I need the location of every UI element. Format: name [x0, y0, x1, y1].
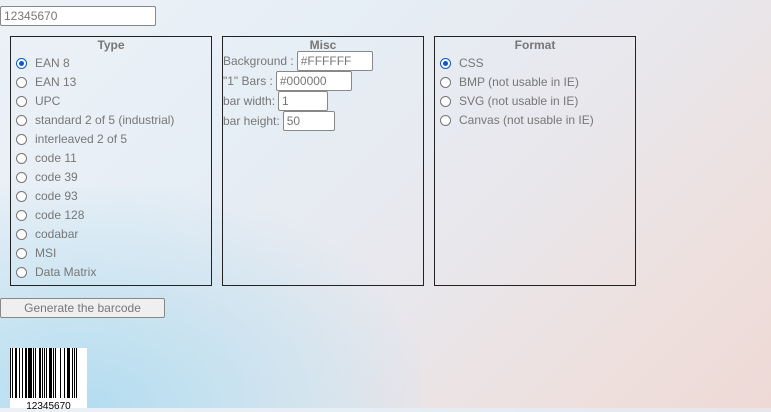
- radio-button[interactable]: [440, 57, 451, 69]
- option-label: code 11: [35, 151, 77, 165]
- barcode-bar: [72, 348, 73, 398]
- type-option-code128[interactable]: code 128: [16, 207, 84, 223]
- type-option-ean13[interactable]: EAN 13: [16, 74, 76, 90]
- radio-button[interactable]: [16, 190, 27, 202]
- barcode-bar: [46, 348, 47, 398]
- option-label: standard 2 of 5 (industrial): [35, 113, 175, 127]
- format-option-css[interactable]: CSS: [440, 55, 484, 71]
- barcode-bar: [69, 348, 70, 398]
- radio-button[interactable]: [16, 171, 27, 183]
- option-label: UPC: [35, 94, 61, 108]
- barcode-bar: [53, 348, 54, 398]
- barcode-bar: [12, 348, 13, 398]
- barcode-bar: [55, 348, 56, 398]
- barcode-bar: [31, 348, 32, 398]
- option-label: codabar: [35, 227, 79, 241]
- type-option-ean8[interactable]: EAN 8: [16, 55, 70, 71]
- bar-width-input[interactable]: [278, 91, 329, 111]
- barcode-bar: [51, 348, 52, 398]
- background-color-label: Background :: [223, 54, 294, 68]
- misc-panel-title: Misc: [309, 38, 337, 52]
- barcode-bar: [35, 348, 36, 398]
- radio-button[interactable]: [16, 95, 27, 107]
- type-option-code39[interactable]: code 39: [16, 169, 78, 185]
- radio-button[interactable]: [16, 228, 27, 240]
- generate-barcode-button[interactable]: Generate the barcode: [0, 298, 165, 318]
- option-label: code 93: [35, 189, 78, 203]
- option-label: Data Matrix: [35, 265, 97, 279]
- bar-height-row: bar height:: [223, 111, 335, 131]
- radio-button[interactable]: [16, 76, 27, 88]
- option-label: MSI: [35, 246, 57, 260]
- barcode-value-input[interactable]: [0, 6, 156, 26]
- barcode-bar: [42, 348, 43, 398]
- type-option-int25[interactable]: interleaved 2 of 5: [16, 131, 127, 147]
- bar-width-label: bar width:: [223, 94, 276, 108]
- type-option-msi[interactable]: MSI: [16, 245, 56, 261]
- bar-height-label: bar height:: [223, 114, 280, 128]
- radio-button[interactable]: [440, 95, 451, 107]
- option-label: EAN 8: [35, 56, 70, 70]
- type-option-upc[interactable]: UPC: [16, 93, 60, 109]
- barcode-output: 12345670: [10, 348, 87, 412]
- option-label: CSS: [459, 56, 484, 70]
- barcode-bar: [40, 348, 41, 398]
- barcode-bar: [64, 348, 65, 398]
- option-label: BMP (not usable in IE): [459, 75, 579, 89]
- radio-button[interactable]: [16, 266, 27, 278]
- bar-color-input[interactable]: [275, 71, 352, 91]
- format-option-svg[interactable]: SVG (not usable in IE): [440, 93, 578, 109]
- type-option-code93[interactable]: code 93: [16, 188, 78, 204]
- bar-color-row: "1" Bars :: [223, 71, 352, 91]
- type-option-codabar[interactable]: codabar: [16, 226, 78, 242]
- barcode-bar: [76, 348, 77, 398]
- option-label: interleaved 2 of 5: [35, 132, 128, 146]
- type-option-datamatrix[interactable]: Data Matrix: [16, 264, 96, 280]
- background-color-input[interactable]: [296, 51, 373, 71]
- background-color-row: Background :: [223, 51, 373, 71]
- option-label: EAN 13: [35, 75, 77, 89]
- barcode-bar: [16, 348, 17, 398]
- barcode-bar: [74, 348, 75, 398]
- radio-button[interactable]: [16, 209, 27, 221]
- option-label: code 128: [35, 208, 85, 222]
- format-option-bmp[interactable]: BMP (not usable in IE): [440, 74, 579, 90]
- option-label: code 39: [35, 170, 78, 184]
- radio-button[interactable]: [16, 133, 27, 145]
- radio-button[interactable]: [16, 247, 27, 259]
- barcode-bar: [33, 348, 34, 398]
- format-panel: Format CSS BMP (not usable in IE) SVG (n…: [434, 36, 636, 286]
- type-panel: Type EAN 8 EAN 13 UPC standard 2 of 5 (i…: [10, 36, 212, 286]
- barcode-bar: [60, 348, 61, 398]
- type-panel-title: Type: [97, 38, 125, 52]
- radio-button[interactable]: [440, 76, 451, 88]
- misc-panel: Misc Background : "1" Bars : bar width: …: [222, 36, 424, 286]
- barcode-bar: [26, 348, 27, 398]
- option-label: Canvas (not usable in IE): [459, 113, 594, 127]
- format-panel-title: Format: [514, 38, 556, 52]
- option-label: SVG (not usable in IE): [459, 94, 579, 108]
- barcode-bar: [44, 348, 45, 398]
- barcode-bars: [10, 348, 87, 400]
- radio-button[interactable]: [16, 114, 27, 126]
- bar-color-label: "1" Bars :: [223, 74, 273, 88]
- radio-button[interactable]: [16, 152, 27, 164]
- format-option-canvas[interactable]: Canvas (not usable in IE): [440, 112, 594, 128]
- barcode-text: 12345670: [26, 401, 71, 412]
- radio-button[interactable]: [440, 114, 451, 126]
- bar-height-input[interactable]: [282, 111, 335, 131]
- type-option-code11[interactable]: code 11: [16, 150, 77, 166]
- type-option-std25[interactable]: standard 2 of 5 (industrial): [16, 112, 174, 128]
- bar-width-row: bar width:: [223, 91, 329, 111]
- barcode-bar: [19, 348, 20, 398]
- barcode-bar: [10, 348, 11, 398]
- barcode-bar: [22, 348, 23, 398]
- radio-button[interactable]: [16, 57, 27, 69]
